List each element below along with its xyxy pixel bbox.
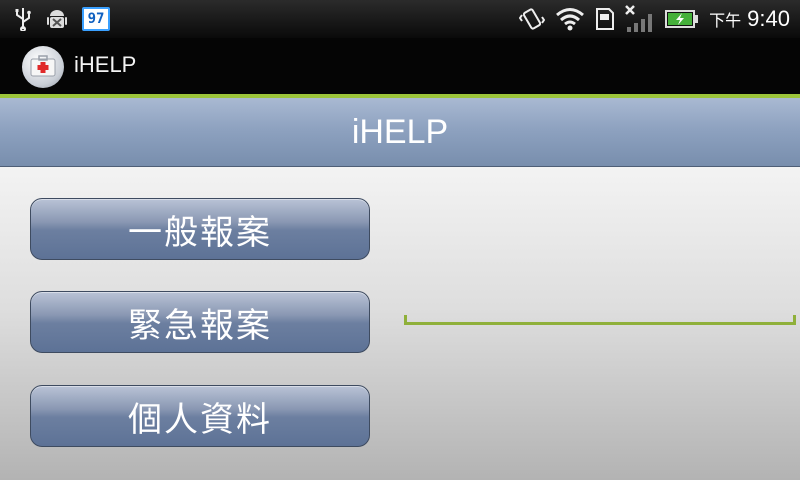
usb-icon — [14, 7, 32, 31]
personal-info-button[interactable]: 個人資料 — [30, 385, 370, 447]
emergency-report-button[interactable]: 緊急報案 — [30, 291, 370, 353]
sd-card-icon — [595, 6, 615, 32]
page-title: iHELP — [351, 113, 449, 151]
clock: 下午 9:40 — [709, 6, 790, 32]
main-content: 一般報案 緊急報案 個人資料 — [0, 167, 800, 480]
wifi-icon — [555, 6, 585, 32]
page-header: iHELP — [0, 98, 800, 167]
app-title: iHELP — [74, 52, 137, 77]
vibrate-icon — [519, 7, 546, 31]
clock-ampm: 下午 — [709, 13, 742, 30]
app-title-bar: iHELP — [0, 38, 800, 94]
battery-badge-icon: 97 — [82, 7, 110, 31]
general-report-button[interactable]: 一般報案 — [30, 198, 370, 260]
text-input-field[interactable] — [404, 315, 796, 325]
status-bar: 97 下午 9:40 — [0, 0, 800, 38]
status-bar-right: 下午 9:40 — [519, 4, 790, 34]
no-signal-icon — [625, 5, 655, 33]
first-aid-kit-icon — [22, 46, 64, 88]
status-bar-left: 97 — [14, 6, 110, 32]
battery-charging-icon — [665, 9, 699, 29]
android-debug-icon — [46, 6, 68, 32]
clock-time: 9:40 — [747, 6, 790, 31]
